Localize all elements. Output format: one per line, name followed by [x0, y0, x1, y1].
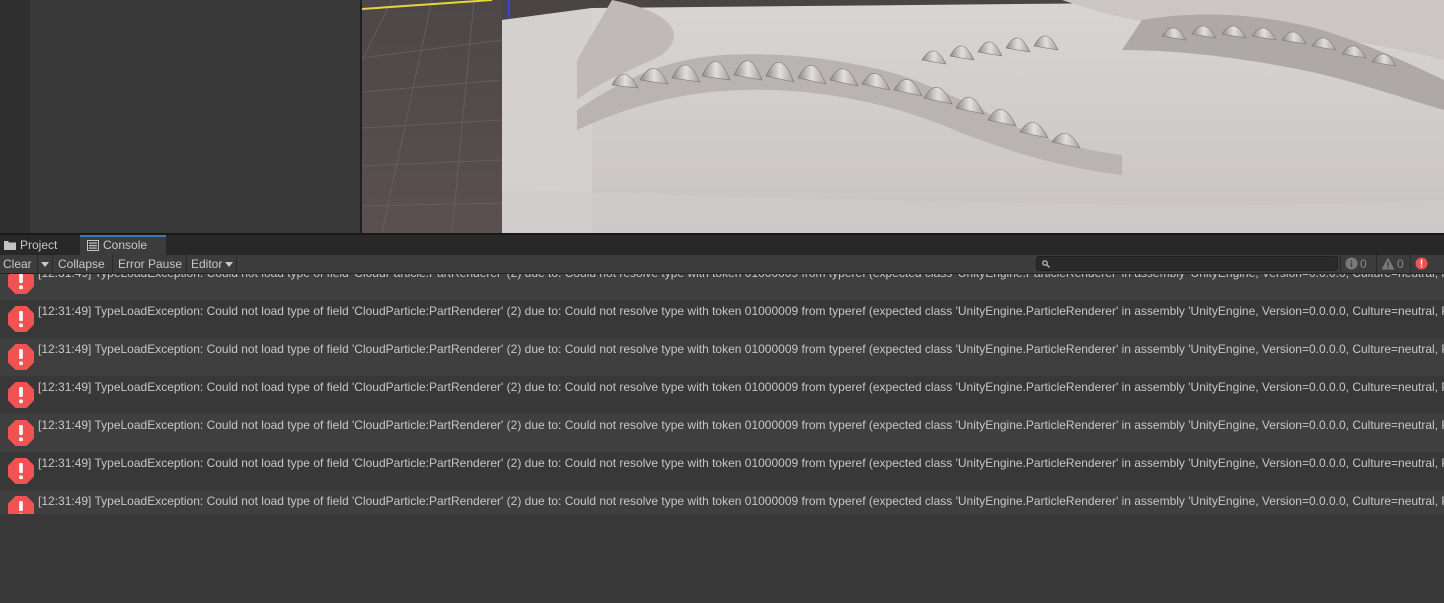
log-entry[interactable]: [12:31:49] TypeLoadException: Could not … [0, 274, 1444, 300]
hierarchy-panel[interactable] [30, 0, 362, 233]
log-entry[interactable]: [12:31:49] TypeLoadException: Could not … [0, 376, 1444, 414]
log-count: 0 [1360, 257, 1367, 271]
error-icon [8, 344, 34, 370]
chevron-down-icon [41, 262, 49, 267]
collapse-toggle[interactable]: Collapse [55, 255, 113, 273]
search-icon [1042, 260, 1050, 268]
warning-count: 0 [1397, 257, 1404, 271]
log-message: [12:31:49] TypeLoadException: Could not … [38, 418, 1444, 432]
log-entry[interactable]: [12:31:49] TypeLoadException: Could not … [0, 452, 1444, 490]
warning-count-toggle[interactable]: 0 [1376, 255, 1410, 273]
log-message: [12:31:49] TypeLoadException: Could not … [38, 456, 1444, 470]
log-message: [12:31:49] TypeLoadException: Could not … [38, 380, 1444, 394]
tab-project[interactable]: Project [0, 235, 80, 255]
error-icon [8, 496, 34, 514]
console-toolbar: Clear Collapse Error Pause Editor 0 0 99… [0, 255, 1444, 289]
log-entry[interactable]: [12:31:49] TypeLoadException: Could not … [0, 338, 1444, 376]
warning-icon [1381, 257, 1395, 270]
error-icon [8, 382, 34, 408]
editor-label: Editor [191, 257, 223, 271]
error-pause-label: Error Pause [118, 257, 183, 271]
error-count-toggle[interactable]: 999 [1410, 255, 1444, 289]
search-field[interactable] [1036, 256, 1338, 271]
error-pause-toggle[interactable]: Error Pause [115, 255, 187, 273]
tab-console[interactable]: Console [80, 235, 166, 255]
clear-button-label: Clear [3, 257, 32, 271]
clear-button[interactable]: Clear [0, 255, 38, 273]
error-icon [8, 306, 34, 332]
log-message: [12:31:49] TypeLoadException: Could not … [38, 494, 1444, 508]
console-empty-area [0, 514, 1444, 603]
chevron-down-icon [225, 262, 234, 267]
editor-dropdown[interactable]: Editor [188, 255, 237, 273]
tab-project-label: Project [20, 238, 58, 252]
log-entry[interactable]: [12:31:49] TypeLoadException: Could not … [0, 490, 1444, 514]
folder-icon [4, 241, 16, 250]
tab-bar: Project Console [0, 235, 1444, 255]
collapse-label: Collapse [58, 257, 105, 271]
console-icon [87, 240, 99, 251]
log-count-toggle[interactable]: 0 [1340, 255, 1376, 273]
log-entry[interactable]: [12:31:49] TypeLoadException: Could not … [0, 414, 1444, 452]
tab-console-label: Console [103, 238, 148, 252]
scene-view[interactable] [362, 0, 1444, 233]
log-message: [12:31:49] TypeLoadException: Could not … [38, 342, 1444, 356]
log-entry[interactable]: [12:31:49] TypeLoadException: Could not … [0, 300, 1444, 338]
log-message: [12:31:49] TypeLoadException: Could not … [38, 304, 1444, 318]
search-input[interactable] [1053, 257, 1333, 270]
info-icon [1345, 257, 1358, 270]
error-icon [8, 274, 34, 294]
error-icon [8, 420, 34, 446]
left-toolbar-strip [0, 0, 30, 233]
console-log-list[interactable]: [12:31:49] TypeLoadException: Could not … [0, 274, 1444, 514]
terrain-viewport [362, 0, 1444, 233]
error-icon [8, 458, 34, 484]
clear-options-dropdown[interactable] [38, 255, 53, 273]
error-icon [1415, 257, 1428, 270]
log-message: [12:31:49] TypeLoadException: Could not … [38, 274, 1444, 280]
